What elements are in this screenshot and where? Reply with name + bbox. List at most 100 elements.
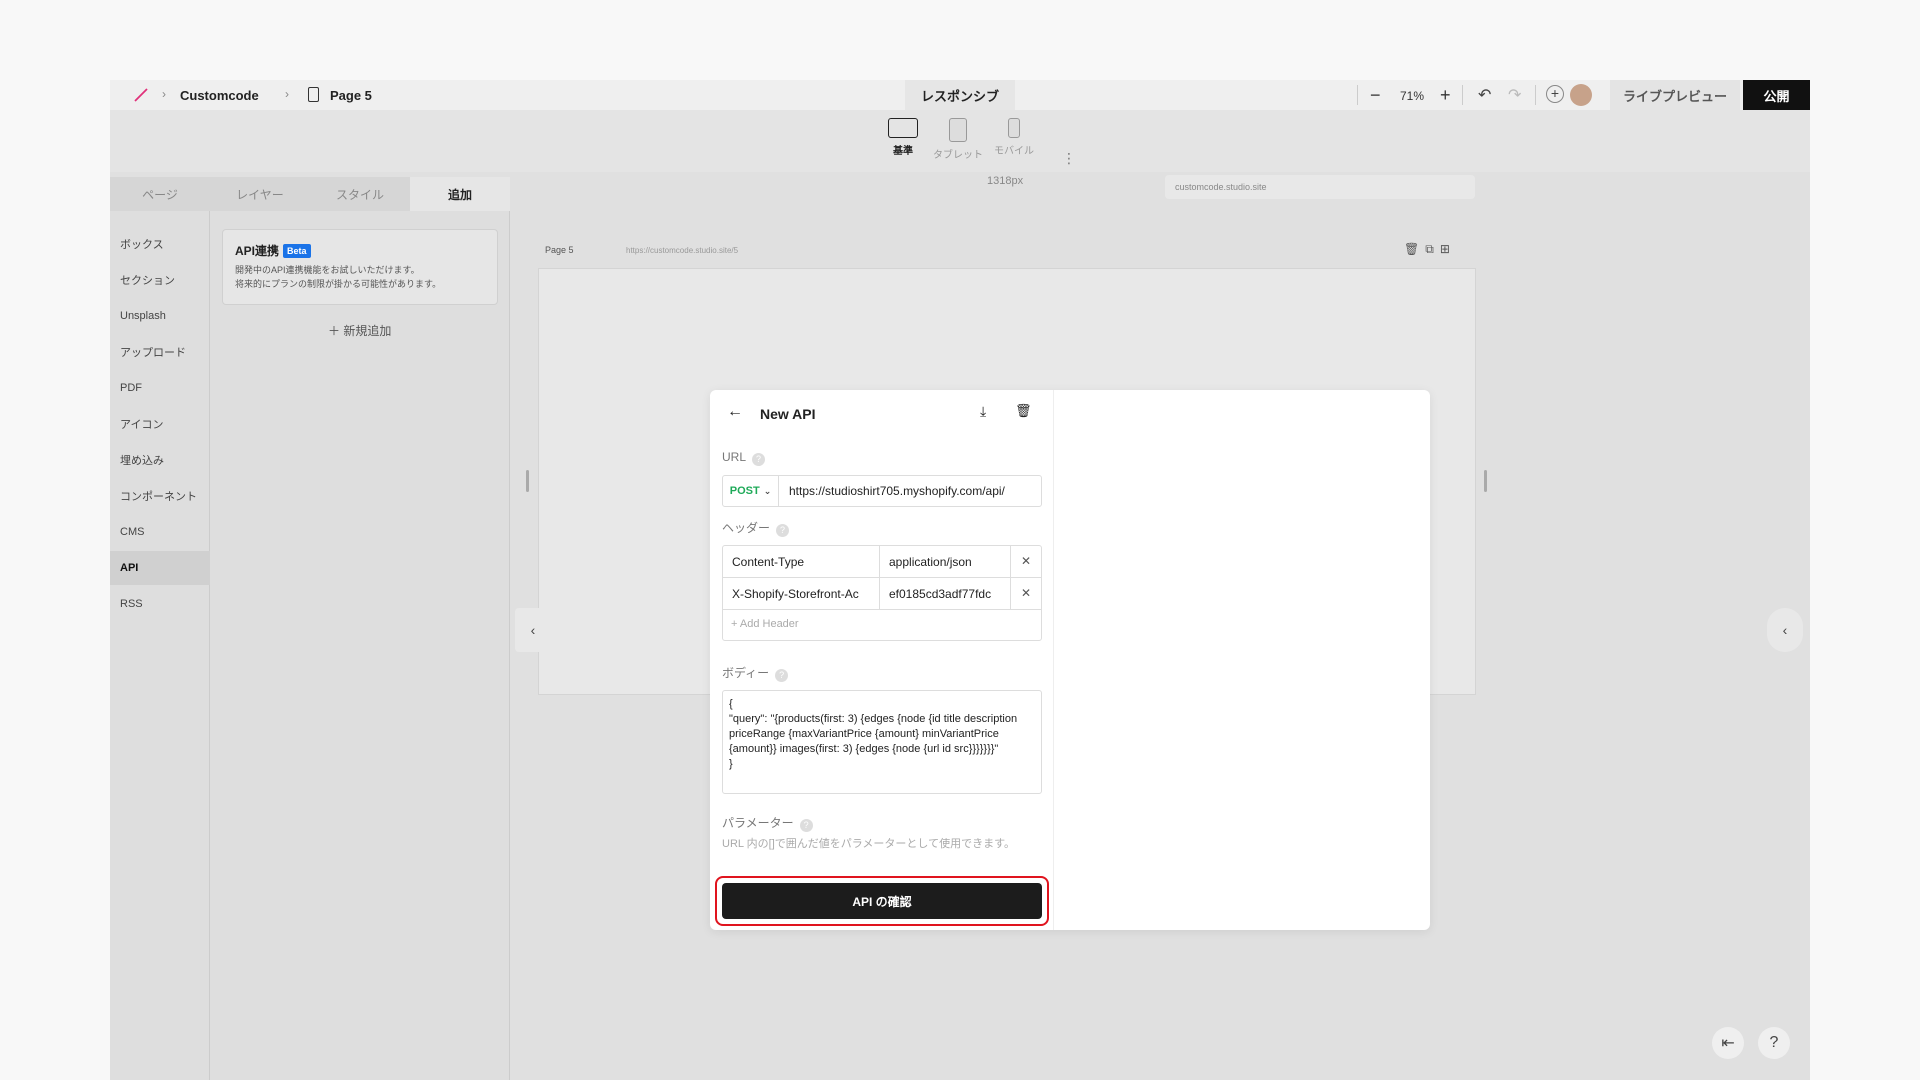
zoom-out-button[interactable]: − — [1370, 85, 1381, 106]
chevron-left-icon[interactable]: ‹ — [1767, 608, 1803, 652]
body-textarea[interactable]: { "query": "{products(first: 3) {edges {… — [722, 690, 1042, 794]
panel-tabs: ページ レイヤー スタイル 追加 — [110, 177, 510, 211]
remove-header-icon[interactable]: ✕ — [1011, 578, 1041, 609]
add-page-icon[interactable]: ⊞ — [1440, 242, 1456, 256]
tab-page[interactable]: ページ — [110, 177, 210, 211]
category-rss[interactable]: RSS — [110, 587, 210, 621]
help-icon[interactable]: ? — [775, 669, 789, 682]
help-icon[interactable]: ? — [776, 524, 790, 537]
header-key-input[interactable] — [723, 546, 880, 577]
help-icon[interactable]: ? — [1758, 1027, 1790, 1059]
device-label: 基準 — [893, 146, 913, 157]
category-upload[interactable]: アップロード — [110, 335, 210, 369]
header-row: ✕ — [723, 578, 1041, 610]
header-row: ✕ — [723, 546, 1041, 578]
chevron-right-icon: › — [285, 87, 289, 101]
desktop-icon — [888, 118, 918, 138]
category-box[interactable]: ボックス — [110, 227, 210, 261]
divider — [1357, 85, 1358, 105]
url-label-text: URL — [722, 450, 747, 464]
url-label: URL? — [722, 450, 766, 466]
api-card-desc: 開発中のAPI連携機能をお試しいただけます。 将来的にプランの制限が掛かる可能性… — [235, 263, 485, 291]
confirm-api-button[interactable]: API の確認 — [722, 883, 1042, 919]
params-label-text: パラメーター — [722, 816, 794, 830]
breadcrumb-project[interactable]: Customcode — [180, 88, 259, 103]
redo-icon[interactable]: ↷ — [1508, 85, 1521, 105]
headers-table: ✕ ✕ + Add Header — [722, 545, 1042, 641]
frame-url[interactable]: https://customcode.studio.site/5 — [626, 246, 738, 255]
remove-header-icon[interactable]: ✕ — [1011, 546, 1041, 577]
frame-actions: 🗑⧉⊞ — [1404, 242, 1456, 257]
tab-add[interactable]: 追加 — [410, 177, 510, 211]
collapse-icon[interactable]: ⇤ — [1712, 1027, 1744, 1059]
frame-label[interactable]: Page 5 — [545, 245, 574, 255]
help-icon[interactable]: ? — [799, 819, 813, 832]
category-cms[interactable]: CMS — [110, 515, 210, 549]
body-label-text: ボディー — [722, 666, 770, 680]
category-unsplash[interactable]: Unsplash — [110, 299, 210, 333]
zoom-in-button[interactable]: + — [1440, 85, 1451, 106]
api-card-desc-line: 将来的にプランの制限が掛かる可能性があります。 — [235, 279, 442, 289]
add-collaborator-icon[interactable]: + — [1546, 85, 1564, 103]
add-new-button[interactable]: ＋ 新規追加 — [328, 322, 391, 339]
device-label: タブレット — [933, 150, 983, 161]
help-icon[interactable]: ? — [752, 453, 766, 466]
more-options-icon[interactable]: ⋮ — [1062, 150, 1076, 167]
publish-button[interactable]: 公開 — [1743, 80, 1810, 110]
params-help-text: URL 内の[]で囲んだ値をパラメーターとして使用できます。 — [722, 838, 1016, 850]
domain-chip: customcode.studio.site — [1165, 175, 1475, 199]
divider — [1535, 85, 1536, 105]
category-pdf[interactable]: PDF — [110, 371, 210, 405]
device-tablet[interactable]: タブレット — [928, 118, 988, 161]
tab-layer[interactable]: レイヤー — [210, 177, 310, 211]
body-label: ボディー? — [722, 664, 789, 682]
header-value-input[interactable] — [880, 546, 1011, 577]
category-component[interactable]: コンポーネント — [110, 479, 210, 513]
method-select[interactable]: POST ⌄ — [723, 476, 779, 506]
trash-icon[interactable]: 🗑 — [1015, 403, 1032, 419]
tablet-icon — [949, 118, 967, 142]
trash-icon[interactable]: 🗑 — [1404, 242, 1425, 256]
device-label: モバイル — [994, 146, 1034, 157]
url-input[interactable] — [779, 476, 1041, 506]
studio-logo-icon[interactable] — [132, 86, 150, 104]
beta-badge: Beta — [283, 244, 311, 258]
responsive-tab[interactable]: レスポンシブ — [905, 80, 1015, 110]
avatar[interactable] — [1570, 84, 1592, 106]
chevron-right-icon: › — [162, 87, 166, 101]
api-integration-card[interactable]: API連携 Beta 開発中のAPI連携機能をお試しいただけます。 将来的にプラン… — [222, 229, 498, 305]
tab-style[interactable]: スタイル — [310, 177, 410, 211]
duplicate-icon[interactable]: ⧉ — [1425, 242, 1440, 256]
device-desktop[interactable]: 基準 — [873, 118, 933, 157]
device-mobile[interactable]: モバイル — [984, 118, 1044, 157]
method-value: POST — [729, 485, 760, 497]
breadcrumb-page[interactable]: Page 5 — [330, 88, 372, 103]
zoom-level[interactable]: 71% — [1400, 89, 1424, 103]
device-bar: 基準 タブレット モバイル ⋮ — [110, 110, 1810, 172]
undo-icon[interactable]: ↶ — [1478, 85, 1491, 105]
category-section[interactable]: セクション — [110, 263, 210, 297]
back-arrow-icon[interactable]: ← — [727, 403, 743, 421]
width-ruler-label: 1318px — [987, 175, 1024, 187]
add-header-button[interactable]: + Add Header — [731, 618, 799, 630]
api-modal: ← New API ⤓ 🗑 URL? POST⌄ ヘッダー? ✕ ✕ — [710, 390, 1430, 930]
api-card-title-text: API連携 — [235, 244, 280, 258]
header-key-input[interactable] — [723, 578, 880, 609]
api-form: ← New API ⤓ 🗑 URL? POST⌄ ヘッダー? ✕ ✕ — [710, 390, 1054, 930]
live-preview-button[interactable]: ライブプレビュー — [1610, 80, 1740, 110]
category-api[interactable]: API — [110, 551, 210, 585]
editor-window: › Customcode › Page 5 レスポンシブ − 71% + ↶ ↷… — [110, 80, 1810, 1080]
mobile-icon — [1008, 118, 1020, 138]
category-embed[interactable]: 埋め込み — [110, 443, 210, 477]
resize-handle-left[interactable] — [526, 470, 529, 492]
category-list: ボックス セクション Unsplash アップロード PDF アイコン 埋め込み… — [110, 211, 210, 1080]
download-icon[interactable]: ⤓ — [980, 403, 986, 420]
chevron-down-icon: ⌄ — [763, 485, 772, 496]
header-value-input[interactable] — [880, 578, 1011, 609]
headers-label-text: ヘッダー — [722, 521, 771, 535]
category-icon[interactable]: アイコン — [110, 407, 210, 441]
modal-title: New API — [760, 406, 816, 422]
divider — [1462, 85, 1463, 105]
chevron-left-icon[interactable]: ‹ — [515, 608, 551, 652]
resize-handle-right[interactable] — [1484, 470, 1487, 492]
